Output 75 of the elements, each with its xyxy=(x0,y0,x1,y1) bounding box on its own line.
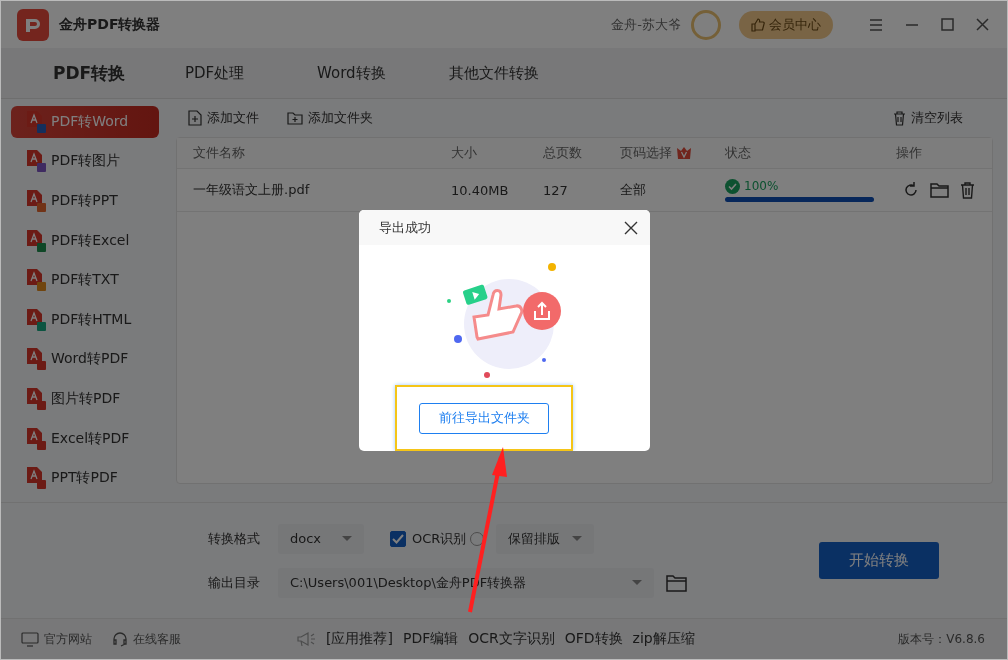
trash-icon[interactable] xyxy=(960,181,975,199)
sidebar-item[interactable]: PDF转PPT xyxy=(11,185,159,217)
ocr-checkbox[interactable] xyxy=(390,530,406,547)
trash-icon xyxy=(893,110,906,126)
table-cell-text: 全部 xyxy=(620,181,647,199)
file-convert-icon xyxy=(25,149,47,174)
clear-list-button[interactable]: 清空列表 xyxy=(893,109,963,127)
sidebar-item[interactable]: PDF转HTML xyxy=(11,303,159,336)
column-header: 大小 xyxy=(451,144,477,162)
refresh-icon[interactable] xyxy=(902,181,920,199)
dialog-title: 导出成功 xyxy=(379,218,431,237)
progress-text: 100% xyxy=(744,179,779,193)
output-label: 输出目录 xyxy=(208,573,261,592)
promo-label[interactable]: [应用推荐] xyxy=(326,630,393,648)
table-cell-text: 一年级语文上册.pdf xyxy=(193,181,311,199)
add-file-button[interactable]: 添加文件 xyxy=(188,109,259,127)
file-convert-icon xyxy=(25,228,47,253)
nav-tab[interactable]: PDF转换 xyxy=(51,61,183,85)
nav-tab[interactable]: 其他文件转换 xyxy=(447,63,579,83)
open-export-folder-button[interactable]: 前往导出文件夹 xyxy=(419,402,549,434)
monitor-icon xyxy=(21,631,39,647)
nav-tab[interactable]: Word转换 xyxy=(315,63,447,83)
app-title: 金舟PDF转换器 xyxy=(59,15,161,34)
folder-plus-icon xyxy=(287,111,303,125)
crown-icon xyxy=(676,146,692,160)
thumbs-up-icon xyxy=(751,17,765,32)
sidebar-item[interactable]: PDF转Word xyxy=(11,106,159,138)
file-convert-icon xyxy=(25,466,47,491)
file-convert-icon xyxy=(25,189,47,213)
headset-icon xyxy=(112,631,128,647)
vip-center-button[interactable]: 会员中心 xyxy=(739,10,833,39)
website-link[interactable]: 官方网站 xyxy=(21,630,92,648)
sidebar-item[interactable]: PDF转TXT xyxy=(11,264,159,296)
table-cell-text: 127 xyxy=(543,182,569,198)
table-cell-text: 10.40MB xyxy=(451,182,510,198)
column-header: 页码选择 xyxy=(620,144,672,162)
file-convert-icon xyxy=(25,307,47,332)
ocr-label: OCR识别 xyxy=(412,529,467,548)
sidebar-item[interactable]: PDF转图片 xyxy=(11,145,159,178)
layout-dropdown[interactable]: 保留排版 xyxy=(496,523,595,554)
sidebar-item[interactable]: Word转PDF xyxy=(11,343,159,376)
column-header: 总页数 xyxy=(543,144,582,162)
promo-link[interactable]: OCR文字识别 xyxy=(468,630,555,648)
version-text: 版本号：V6.8.6 xyxy=(898,630,985,648)
folder-icon[interactable] xyxy=(930,182,950,198)
check-circle-icon xyxy=(725,178,740,194)
maximize-icon[interactable] xyxy=(941,18,954,31)
sidebar-item[interactable]: PPT转PDF xyxy=(11,462,159,494)
app-logo-icon xyxy=(17,8,49,41)
folder-icon[interactable] xyxy=(666,573,688,592)
file-convert-icon xyxy=(25,109,47,134)
file-convert-icon xyxy=(25,386,47,411)
support-link[interactable]: 在线客服 xyxy=(112,630,181,648)
nav-tab[interactable]: PDF处理 xyxy=(183,63,315,83)
file-convert-icon xyxy=(25,347,47,372)
column-header: 文件名称 xyxy=(193,144,245,162)
column-header: 状态 xyxy=(725,144,751,162)
close-icon[interactable] xyxy=(624,220,638,235)
file-convert-icon xyxy=(25,268,47,293)
sidebar-item[interactable]: 图片转PDF xyxy=(11,383,159,415)
start-convert-button[interactable]: 开始转换 xyxy=(819,542,939,579)
file-convert-icon xyxy=(25,426,47,451)
promo-link[interactable]: PDF编辑 xyxy=(402,630,459,648)
promo-link[interactable]: zip解压缩 xyxy=(632,630,695,648)
column-header: 操作 xyxy=(896,144,922,162)
megaphone-icon xyxy=(296,631,316,647)
promo-link[interactable]: OFD转换 xyxy=(564,630,623,648)
file-plus-icon xyxy=(188,110,202,126)
sidebar-item[interactable]: PDF转Excel xyxy=(11,224,159,257)
add-folder-button[interactable]: 添加文件夹 xyxy=(287,109,373,127)
format-dropdown[interactable]: docx xyxy=(278,523,364,554)
sidebar-item[interactable]: Excel转PDF xyxy=(11,422,159,455)
format-label: 转换格式 xyxy=(208,529,261,548)
menu-icon[interactable] xyxy=(869,18,883,31)
user-name[interactable]: 金舟-苏大爷 xyxy=(611,15,681,34)
